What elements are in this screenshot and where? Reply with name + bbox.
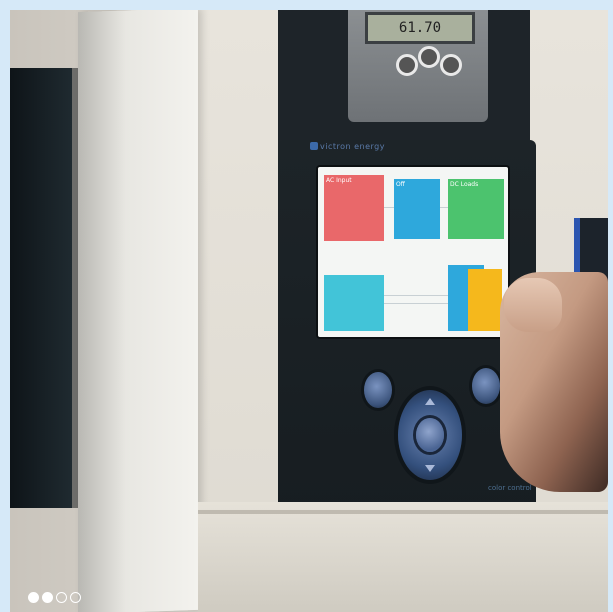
brand-logo-icon (310, 142, 318, 150)
top-monitor-lcd: 61.70 (365, 12, 475, 44)
monitor-knob-icon (440, 54, 462, 76)
left-button[interactable] (364, 372, 392, 408)
monitor-knob-icon (418, 46, 440, 68)
carousel-dot[interactable] (28, 592, 39, 603)
dark-wall-panel (10, 68, 78, 508)
carousel-dot[interactable] (70, 592, 81, 603)
right-button[interactable] (472, 368, 500, 404)
cabinet-door (78, 10, 198, 612)
carousel-dot[interactable] (56, 592, 67, 603)
panel-model: color control (488, 484, 532, 492)
flow-line (384, 207, 394, 208)
tile-pv-charger (324, 275, 384, 331)
dpad-center-button[interactable] (416, 418, 444, 452)
carousel-dot[interactable] (42, 592, 53, 603)
shelf (198, 502, 608, 612)
arrow-up-icon[interactable] (425, 398, 435, 405)
carousel-indicator (28, 592, 81, 603)
shelf-edge (198, 510, 608, 514)
flow-line (440, 207, 448, 208)
navigation-dpad[interactable] (398, 390, 462, 480)
tile-ac-input: AC Input (324, 175, 384, 241)
flow-line (384, 303, 448, 304)
monitor-knob-icon (396, 54, 418, 76)
tile-dc-loads: DC Loads (448, 179, 504, 239)
panel-brand: victron energy (320, 142, 385, 151)
panel-screen: AC Input Off DC Loads (318, 167, 508, 337)
finger (504, 278, 562, 332)
flow-line (384, 295, 448, 296)
top-monitor: 61.70 (348, 10, 488, 122)
tile-multiplus: Off (394, 179, 440, 239)
tile-solar (468, 269, 502, 331)
arrow-down-icon[interactable] (425, 465, 435, 472)
photo: 61.70 victron energy AC Input Off DC Loa… (10, 10, 608, 612)
